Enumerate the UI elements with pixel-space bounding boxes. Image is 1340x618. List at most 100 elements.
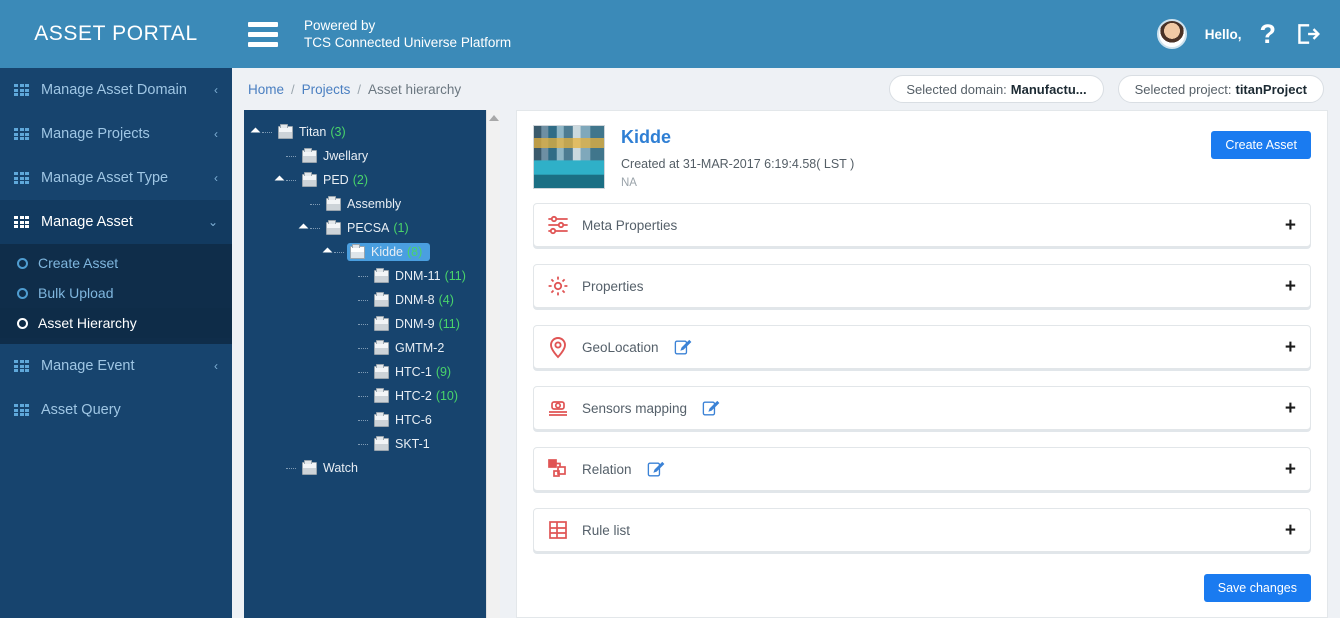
tree-node-label: DNM-8 xyxy=(395,293,435,307)
tree-connector xyxy=(358,443,368,445)
sidebar-item-create-asset[interactable]: Create Asset xyxy=(0,248,232,278)
sidebar-item-asset-query[interactable]: Asset Query xyxy=(0,388,232,432)
tree-node[interactable]: PED (2) xyxy=(252,168,500,192)
tree-expand-arrow-icon[interactable] xyxy=(298,223,309,233)
sidebar-item-manage-asset[interactable]: Manage Asset ⌄ xyxy=(0,200,232,244)
tree-node[interactable]: DNM-11 (11) xyxy=(252,264,500,288)
tree-node[interactable]: Kidde (8) xyxy=(252,240,500,264)
tree-node-label: HTC-1 xyxy=(395,365,432,379)
tree-node[interactable]: HTC-6 xyxy=(252,408,500,432)
expand-plus-icon[interactable]: + xyxy=(1285,460,1296,479)
tree-node[interactable]: Assembly xyxy=(252,192,500,216)
tree-node[interactable]: PECSA (1) xyxy=(252,216,500,240)
tree-connector xyxy=(358,299,368,301)
sidebar-item-manage-event[interactable]: Manage Event ‹ xyxy=(0,344,232,388)
tree-node[interactable]: Watch xyxy=(252,456,500,480)
sidebar-item-manage-asset-type[interactable]: Manage Asset Type ‹ xyxy=(0,156,232,200)
chevron-down-icon: ⌄ xyxy=(207,215,218,229)
tree-node-count: (11) xyxy=(438,317,460,331)
breadcrumb-separator: / xyxy=(291,81,295,97)
tree-node-label: Jwellary xyxy=(323,149,369,163)
create-asset-button[interactable]: Create Asset xyxy=(1211,131,1311,159)
tree-node[interactable]: SKT-1 xyxy=(252,432,500,456)
top-header: ASSET PORTAL Powered by TCS Connected Un… xyxy=(0,0,1340,68)
tree-node-label: GMTM-2 xyxy=(395,341,445,355)
breadcrumb-home[interactable]: Home xyxy=(248,82,284,97)
radio-icon xyxy=(17,257,28,269)
app-root: ASSET PORTAL Powered by TCS Connected Un… xyxy=(0,0,1340,618)
selected-project-chip[interactable]: Selected project: titanProject xyxy=(1117,75,1324,103)
avatar[interactable] xyxy=(1156,19,1187,49)
tree-node[interactable]: Titan (3) xyxy=(250,120,500,144)
expand-plus-icon[interactable]: + xyxy=(1285,399,1296,418)
sliders-icon xyxy=(546,213,570,237)
folder-icon xyxy=(326,219,341,235)
sidebar-item-manage-asset-domain[interactable]: Manage Asset Domain ‹ xyxy=(0,68,232,112)
section-label: Properties xyxy=(582,278,644,294)
radio-icon xyxy=(17,287,28,299)
tree-node-count: (1) xyxy=(393,221,409,235)
tree-node[interactable]: DNM-8 (4) xyxy=(252,288,500,312)
tree-node-count: (3) xyxy=(330,125,346,139)
help-icon[interactable]: ? xyxy=(1260,20,1277,48)
section-label: Sensors mapping xyxy=(582,400,688,416)
expand-plus-icon[interactable]: + xyxy=(1285,277,1296,296)
tree-node[interactable]: Jwellary xyxy=(252,144,500,168)
selected-domain-value: Manufactu... xyxy=(1010,81,1087,97)
tree-node-content: Assembly xyxy=(323,195,409,213)
tree-connector xyxy=(358,275,368,277)
chevron-left-icon: ‹ xyxy=(214,83,218,97)
expand-plus-icon[interactable]: + xyxy=(1285,216,1296,235)
section-row-properties[interactable]: Properties + xyxy=(533,264,1311,308)
tree-node-label: Kidde xyxy=(371,245,403,259)
asset-description: NA xyxy=(621,177,637,189)
save-changes-button[interactable]: Save changes xyxy=(1203,574,1311,602)
expand-plus-icon[interactable]: + xyxy=(1285,338,1296,357)
sidebar-item-manage-projects[interactable]: Manage Projects ‹ xyxy=(0,112,232,156)
scroll-up-arrow-icon[interactable] xyxy=(488,115,499,121)
tree-node-content: Titan (3) xyxy=(275,123,354,141)
tree-node-label: Titan xyxy=(299,125,327,139)
asset-thumbnail xyxy=(533,125,605,189)
tree-scrollbar[interactable] xyxy=(486,110,500,618)
app-brand: ASSET PORTAL xyxy=(0,0,232,68)
sensor-icon xyxy=(546,396,570,420)
sidebar-item-bulk-upload[interactable]: Bulk Upload xyxy=(0,278,232,308)
expand-plus-icon[interactable]: + xyxy=(1285,521,1296,540)
tree-node[interactable]: GMTM-2 xyxy=(252,336,500,360)
section-row-rule-list[interactable]: Rule list + xyxy=(533,508,1311,552)
tree-node[interactable]: HTC-2 (10) xyxy=(252,384,500,408)
chevron-left-icon: ‹ xyxy=(214,359,218,373)
tree-node[interactable]: HTC-1 (9) xyxy=(252,360,500,384)
logout-icon[interactable] xyxy=(1294,21,1320,47)
tree-connector xyxy=(358,419,368,421)
folder-icon xyxy=(302,147,317,163)
tree-expand-arrow-icon[interactable] xyxy=(250,127,261,137)
content-area: Home / Projects / Asset hierarchy Select… xyxy=(232,68,1340,618)
tree-expand-arrow-icon[interactable] xyxy=(322,247,333,257)
hamburger-icon[interactable] xyxy=(232,0,294,68)
sidebar-label: Manage Asset xyxy=(41,214,133,230)
selected-domain-chip[interactable]: Selected domain: Manufactu... xyxy=(889,75,1104,103)
section-row-meta-properties[interactable]: Meta Properties + xyxy=(533,203,1311,247)
section-row-geolocation[interactable]: GeoLocation + xyxy=(533,325,1311,369)
sidebar-submenu: Create Asset Bulk Upload Asset Hierarchy xyxy=(0,244,232,344)
relation-icon xyxy=(546,457,570,481)
tree-node-content: DNM-8 (4) xyxy=(371,291,462,309)
section-row-sensors-mapping[interactable]: Sensors mapping + xyxy=(533,386,1311,430)
section-label: Meta Properties xyxy=(582,217,678,233)
section-row-relation[interactable]: Relation + xyxy=(533,447,1311,491)
tree-expand-arrow-icon[interactable] xyxy=(274,175,285,185)
edit-icon[interactable] xyxy=(646,460,665,479)
edit-icon[interactable] xyxy=(701,399,720,418)
sidebar-item-asset-hierarchy[interactable]: Asset Hierarchy xyxy=(0,308,232,338)
breadcrumb-projects[interactable]: Projects xyxy=(302,82,351,97)
edit-icon[interactable] xyxy=(673,338,692,357)
tree-node-content: HTC-6 xyxy=(371,411,440,429)
selection-chips: Selected domain: Manufactu... Selected p… xyxy=(889,75,1324,103)
tree-node[interactable]: DNM-9 (11) xyxy=(252,312,500,336)
